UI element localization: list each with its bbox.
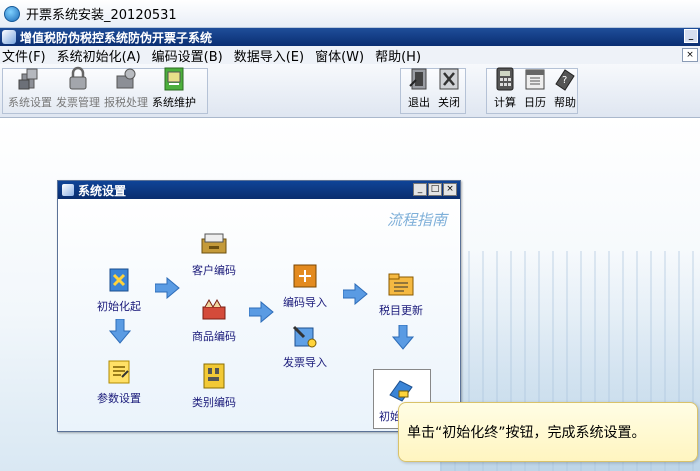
help-icon: ? [555,69,575,91]
toolbar-invoice-manage-button[interactable]: 发票管理 [54,66,102,110]
invoice-import-button[interactable]: 发票导入 [283,321,327,370]
calendar-icon [525,69,545,90]
toolbar-group-window: 退出 关闭 [400,68,466,114]
toolbar-system-settings-button[interactable]: 系统设置 [6,66,54,110]
product-code-icon [202,298,226,320]
toolbar-calculator-button[interactable]: 计算 [490,66,520,110]
menu-window[interactable]: 窗体(W) [313,46,373,65]
app-icon [4,5,20,22]
app-title: 增值税防伪税控系统防伪开票子系统 [20,30,213,45]
mdi-close-button[interactable]: × [682,48,698,62]
dialog-maximize-button[interactable]: □ [428,183,442,196]
arrow-right-1 [155,277,180,299]
app-minimize-button[interactable]: _ [684,29,698,43]
dialog-title: 系统设置 [78,183,127,198]
params-button[interactable]: 参数设置 [97,357,141,406]
window-title-bar: 开票系统安装_20120531 [0,0,700,28]
close-icon [439,68,459,90]
customer-code-icon [201,233,227,254]
maintenance-icon [164,67,184,91]
toolbar-close-button[interactable]: 关闭 [434,66,464,110]
flow-guide-panel: 流程指南 初始化起 参数设置 客户编码 商品编码 类别编码 编码导入 发票导入 … [59,199,459,431]
arrow-down-2 [392,325,414,350]
dialog-minimize-button[interactable]: _ [413,183,427,196]
window-title: 开票系统安装_20120531 [26,8,177,23]
svg-text:?: ? [562,75,567,86]
menu-help[interactable]: 帮助(H) [373,46,430,65]
dialog-title-bar: 系统设置 [58,181,460,199]
code-import-button[interactable]: 编码导入 [283,261,327,310]
toolbar: 系统设置 发票管理 报税处理 系统维护 退出 关闭 计算 日历 ? 帮助 [0,64,700,118]
toolbar-group-tools: 计算 日历 ? 帮助 [486,66,580,114]
toolbar-system-maintenance-button[interactable]: 系统维护 [150,66,198,110]
params-icon [108,360,130,384]
category-code-button[interactable]: 类别编码 [192,361,236,410]
invoice-import-icon [292,325,317,348]
tax-report-icon [116,68,136,89]
toolbar-calendar-button[interactable]: 日历 [520,66,550,110]
toolbar-exit-button[interactable]: 退出 [404,66,434,110]
arrow-right-3 [343,283,368,305]
settings-icon [18,68,38,90]
system-settings-dialog: 系统设置 _ □ × 流程指南 初始化起 参数设置 客户编码 商品编码 类别编码… [57,180,461,432]
arrow-down-1 [109,319,131,344]
lock-icon [69,66,87,90]
menu-system-init[interactable]: 系统初始化(A) [55,46,150,65]
tax-update-button[interactable]: 税目更新 [379,269,423,318]
toolbar-help-button[interactable]: ? 帮助 [550,66,580,110]
app-title-bar: 增值税防伪税控系统防伪开票子系统 _ [0,28,700,46]
flow-guide-title: 流程指南 [387,211,448,229]
instruction-tooltip: 单击“初始化终”按钮，完成系统设置。 [398,402,698,462]
product-code-button[interactable]: 商品编码 [192,295,236,344]
exit-icon [409,68,427,90]
toolbar-tax-report-button[interactable]: 报税处理 [102,66,150,110]
category-code-icon [203,363,225,389]
customer-code-button[interactable]: 客户编码 [192,229,236,278]
menu-code-settings[interactable]: 编码设置(B) [150,46,232,65]
tooltip-text: 单击“初始化终”按钮，完成系统设置。 [407,425,646,441]
menu-bar: 文件(F) 系统初始化(A) 编码设置(B) 数据导入(E) 窗体(W) 帮助(… [0,46,700,65]
dialog-logo-icon [62,184,74,196]
menu-data-import[interactable]: 数据导入(E) [232,46,313,65]
code-import-icon [293,264,317,288]
init-end-icon [389,380,413,402]
arrow-right-2 [249,301,274,323]
calculator-icon [496,67,514,91]
app-logo-icon [2,30,16,44]
tax-update-icon [388,273,414,296]
menu-file[interactable]: 文件(F) [0,46,55,65]
init-start-icon [109,268,129,292]
toolbar-group-main: 系统设置 发票管理 报税处理 系统维护 [2,66,208,114]
init-start-button[interactable]: 初始化起 [97,265,141,314]
dialog-close-button[interactable]: × [443,183,457,196]
